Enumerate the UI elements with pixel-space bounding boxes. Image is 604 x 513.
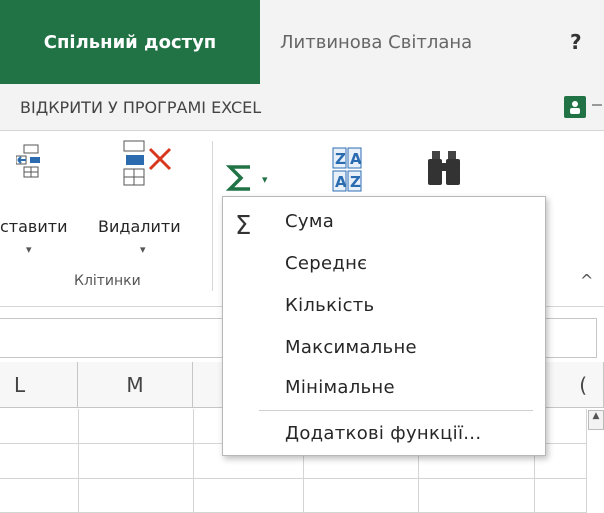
binoculars-icon [428,151,460,185]
column-header-m[interactable]: M [78,362,193,408]
svg-text:Z: Z [350,173,361,191]
person-icon [570,101,580,114]
delete-caret: ▾ [140,243,146,256]
sort-az-icon: Z A A Z [332,147,362,192]
grid-cell[interactable] [303,479,419,513]
insert-label: ставити [0,217,68,236]
open-in-excel-button[interactable]: ВІДКРИТИ У ПРОГРАМІ EXCEL [20,84,261,130]
grid-cell[interactable] [0,479,79,513]
grid-cell[interactable] [0,409,79,444]
title-bar: Спільний доступ Литвинова Світлана ? [0,0,604,84]
collapse-ribbon-button[interactable]: ^ [580,271,593,290]
dropdown-dash [592,104,602,106]
delete-label: Видалити [98,217,181,236]
svg-text:A: A [335,173,347,191]
menu-separator [259,410,533,411]
svg-text:Z: Z [335,150,346,168]
autosum-caret: ▾ [262,173,268,186]
grid-cell[interactable] [78,444,194,479]
grid-cell[interactable] [0,444,79,479]
grid-cell[interactable] [418,479,535,513]
menu-item-average[interactable]: Середнє [285,253,367,274]
group-separator [212,141,213,291]
menu-item-min[interactable]: Мінімальне [285,377,395,398]
share-tab[interactable]: Спільний доступ [0,0,260,84]
insert-cells-icon [16,144,40,178]
delete-cells-icon [123,140,172,186]
grid-cell[interactable] [534,479,587,513]
grid-cell[interactable] [78,479,194,513]
column-header-l[interactable]: L [0,362,78,408]
menu-item-max[interactable]: Максимальне [285,337,417,358]
svg-text:A: A [350,150,362,168]
menu-item-count[interactable]: Кількість [285,295,374,316]
open-in-excel-bar: ВІДКРИТИ У ПРОГРАМІ EXCEL [0,84,604,131]
grid-cell[interactable] [78,409,194,444]
user-name[interactable]: Литвинова Світлана [280,0,472,84]
insert-caret: ▾ [26,243,32,256]
menu-item-sum[interactable]: Сума [285,211,334,232]
help-button[interactable]: ? [570,0,582,84]
autosum-dropdown-menu: Σ Сума Середнє Кількість Максимальне Мін… [222,196,546,456]
excel-logo-icon[interactable] [564,96,586,118]
menu-item-more-functions[interactable]: Додаткові функції... [285,423,481,444]
grid-cell[interactable] [193,479,304,513]
cells-group-label: Клітинки [74,273,141,289]
sigma-menu-icon: Σ [235,211,252,241]
sigma-icon [226,165,250,191]
scroll-up-arrow-icon[interactable]: ▲ [588,410,604,430]
